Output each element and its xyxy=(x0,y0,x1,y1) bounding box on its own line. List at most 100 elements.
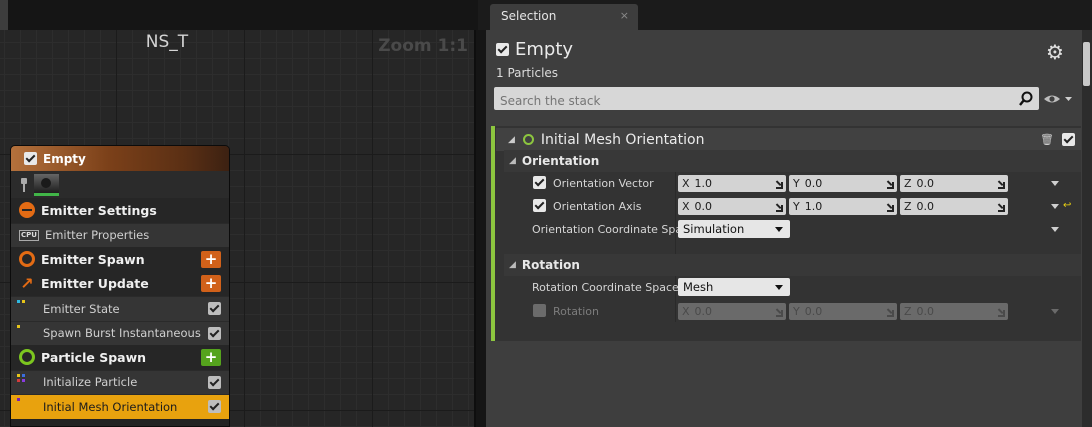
section-rotation[interactable]: ◢ Rotation xyxy=(504,254,1081,276)
emitter-header: Empty xyxy=(496,39,573,60)
add-module-button[interactable]: + xyxy=(201,250,221,268)
trash-icon[interactable]: 🗑 xyxy=(1040,133,1054,146)
vector-z-field[interactable]: Z 0.0 xyxy=(900,175,1008,192)
coordinate-space-dropdown[interactable]: Simulation xyxy=(678,220,790,238)
vector-y-field[interactable]: Y 0.0 xyxy=(789,175,897,192)
resize-corner-icon xyxy=(998,205,1005,212)
stack-group-emitter-update[interactable]: ↗ Emitter Update + xyxy=(11,271,229,296)
param-row-rotation: Rotation X 0.0 Y 0.0 Z 0.0 xyxy=(504,300,1081,323)
module-enabled-checkbox[interactable] xyxy=(208,375,221,389)
section-title: Rotation xyxy=(521,258,580,272)
field-value: 0.0 xyxy=(694,200,713,213)
vector-y-field[interactable]: Y 1.0 xyxy=(789,198,897,215)
field-value: 1.0 xyxy=(694,177,713,190)
param-enabled-checkbox[interactable] xyxy=(533,176,546,189)
stack-group-label: Emitter Update xyxy=(41,276,149,292)
chevron-down-icon[interactable] xyxy=(1051,227,1059,232)
stack-item-initial-mesh-orientation[interactable]: Initial Mesh Orientation xyxy=(11,394,229,419)
vector-x-field[interactable]: X 0.0 xyxy=(678,303,786,320)
niagara-editor: NS_T Zoom 1:1 Empty Emitter Settings CPU… xyxy=(0,0,1092,427)
scrollbar-thumb[interactable] xyxy=(1083,42,1090,86)
emitter-node-title: Empty xyxy=(43,151,86,166)
param-label: Orientation Axis xyxy=(553,200,642,213)
resize-corner-icon xyxy=(776,205,783,212)
param-row-orientation-axis: Orientation Axis X 0.0 Y 1.0 Z 0.0 ↩ xyxy=(504,195,1081,218)
module-enabled-checkbox[interactable] xyxy=(208,400,221,414)
param-row-orientation-vector: Orientation Vector X 1.0 Y 0.0 Z 0.0 xyxy=(504,172,1081,195)
eye-icon[interactable] xyxy=(1043,92,1073,106)
dropdown-value: Mesh xyxy=(683,280,714,294)
axis-label: X xyxy=(682,177,690,190)
param-row-rotation-coordinate-space: Rotation Coordinate Space Mesh xyxy=(504,276,1081,299)
stack-group-emitter-settings[interactable]: Emitter Settings xyxy=(11,198,229,223)
param-label: Rotation Coordinate Space xyxy=(532,281,679,294)
chevron-down-icon[interactable] xyxy=(1051,204,1059,209)
add-module-button[interactable]: + xyxy=(201,348,221,366)
param-label: Rotation xyxy=(553,305,600,318)
resize-corner-icon xyxy=(887,205,894,212)
emitter-enabled-checkbox[interactable] xyxy=(24,152,37,165)
emitter-thumbnail[interactable] xyxy=(34,173,59,196)
stack-item-label: Emitter Properties xyxy=(44,228,150,243)
search-input[interactable] xyxy=(494,87,1039,110)
module-header[interactable]: ◢ Initial Mesh Orientation 🗑 xyxy=(496,128,1081,151)
tab-strip: Selection × xyxy=(478,0,1092,30)
particle-spawn-ring-icon xyxy=(19,349,35,366)
field-value: 0.0 xyxy=(916,177,935,190)
stack-item-label: Emitter State xyxy=(43,301,120,316)
add-module-button[interactable]: + xyxy=(201,275,221,293)
collapse-triangle-icon[interactable]: ◢ xyxy=(508,135,515,145)
collapse-triangle-icon[interactable]: ◢ xyxy=(509,260,516,270)
stack-group-emitter-spawn[interactable]: Emitter Spawn + xyxy=(11,247,229,272)
module-enabled-checkbox[interactable] xyxy=(208,302,221,316)
vector-y-field[interactable]: Y 0.0 xyxy=(789,303,897,320)
update-arrow-icon: ↗ xyxy=(20,273,34,293)
stack-item-emitter-properties[interactable]: CPU Emitter Properties xyxy=(11,222,229,247)
gear-icon[interactable]: ⚙ xyxy=(1046,42,1064,62)
stack-item-spawn-burst[interactable]: Spawn Burst Instantaneous xyxy=(11,320,229,345)
vector-z-field[interactable]: Z 0.0 xyxy=(900,198,1008,215)
module-enabled-checkbox[interactable] xyxy=(1062,133,1075,146)
search-icon[interactable] xyxy=(1019,91,1033,106)
cpu-icon: CPU xyxy=(19,229,39,241)
module-ring-icon xyxy=(522,134,534,145)
emitter-node[interactable]: Empty Emitter Settings CPU Emitter Prope… xyxy=(10,145,230,427)
section-orientation[interactable]: ◢ Orientation xyxy=(504,150,1081,172)
close-icon[interactable]: × xyxy=(620,9,629,22)
chevron-down-icon[interactable] xyxy=(1051,309,1059,314)
axis-label: X xyxy=(682,305,690,318)
axis-label: Z xyxy=(904,177,912,190)
field-value: 0.0 xyxy=(804,177,823,190)
param-label: Orientation Coordinate Spac xyxy=(532,223,689,236)
emitter-name: Empty xyxy=(515,39,574,60)
reset-arrow-icon[interactable]: ↩ xyxy=(1063,200,1071,211)
field-value: 0.0 xyxy=(694,305,713,318)
pin-icon[interactable] xyxy=(19,177,29,192)
scrollbar-track[interactable] xyxy=(1082,30,1092,427)
vector-x-field[interactable]: X 0.0 xyxy=(678,198,786,215)
field-value: 0.0 xyxy=(916,200,935,213)
emitter-enabled-checkbox[interactable] xyxy=(496,43,509,56)
param-enabled-checkbox[interactable] xyxy=(533,199,546,212)
stack-item-emitter-state[interactable]: Emitter State xyxy=(11,296,229,321)
tab-selection[interactable]: Selection × xyxy=(490,4,638,30)
collapse-triangle-icon[interactable]: ◢ xyxy=(509,156,516,166)
axis-label: Y xyxy=(793,177,800,190)
stack-item-initialize-particle[interactable]: Initialize Particle xyxy=(11,369,229,394)
stack-group-particle-spawn[interactable]: Particle Spawn + xyxy=(11,345,229,370)
vector-x-field[interactable]: X 1.0 xyxy=(678,175,786,192)
module-enabled-checkbox[interactable] xyxy=(208,326,221,340)
resize-corner-icon xyxy=(998,182,1005,189)
module-title: Initial Mesh Orientation xyxy=(540,131,705,148)
chevron-down-icon[interactable] xyxy=(1051,181,1059,186)
emitter-node-header[interactable]: Empty xyxy=(11,146,229,171)
module-color-dots-icon xyxy=(17,398,25,406)
module-color-dots-icon xyxy=(17,324,25,333)
rotation-space-dropdown[interactable]: Mesh xyxy=(678,278,790,296)
vector-z-field[interactable]: Z 0.0 xyxy=(900,303,1008,320)
zoom-label: Zoom 1:1 xyxy=(378,36,468,56)
param-enabled-checkbox[interactable] xyxy=(533,304,546,317)
param-label: Orientation Vector xyxy=(553,177,654,190)
graph-tab-edge xyxy=(0,0,8,30)
axis-label: X xyxy=(682,200,690,213)
